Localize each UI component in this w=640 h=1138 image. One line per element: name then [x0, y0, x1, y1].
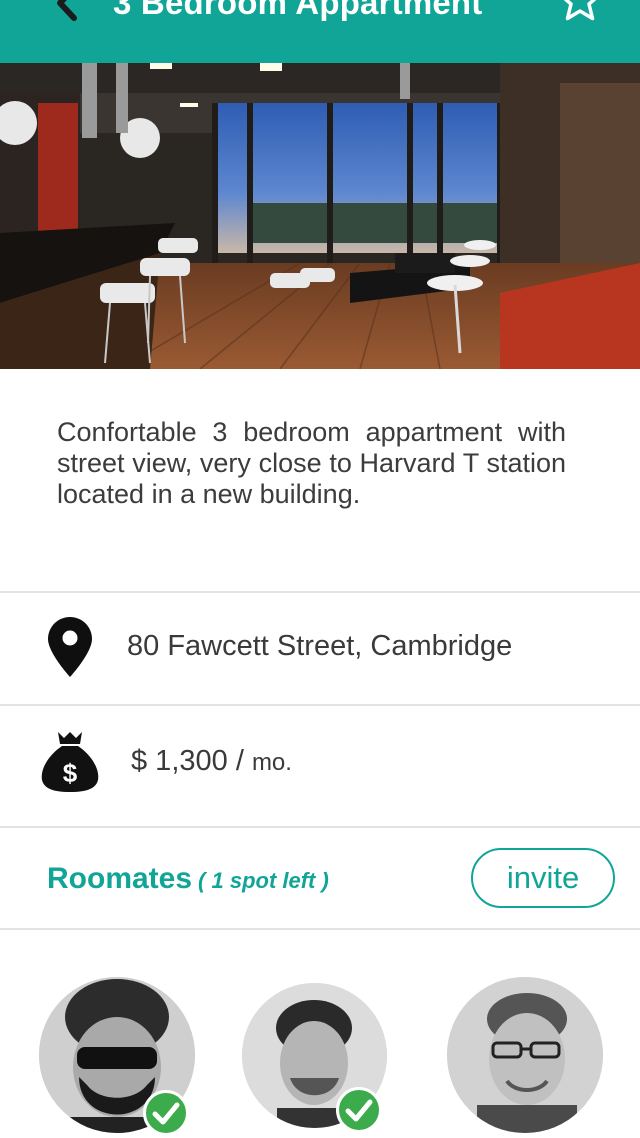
roommate-avatar[interactable] [447, 977, 603, 1133]
money-bag-icon: $ [41, 732, 99, 792]
confirmed-check-icon [143, 1090, 189, 1136]
apartment-photo-illustration [0, 63, 640, 369]
back-arrow-icon[interactable] [40, 0, 90, 28]
price-unit: mo. [251, 749, 292, 776]
address-text[interactable]: 80 Fawcett Street, Cambridge [127, 630, 512, 663]
description-text: Confortable 3 bedroom appartment with st… [57, 417, 566, 509]
price-amount: $ 1,300 [131, 745, 228, 777]
price-separator: / [227, 745, 252, 777]
svg-text:$: $ [63, 758, 78, 788]
apartment-photo [0, 63, 640, 369]
location-pin-icon [48, 617, 92, 677]
roommates-heading: Roomates( 1 spot left ) [47, 862, 329, 896]
price-text: $ 1,300 / mo. [131, 745, 292, 778]
spots-left-label: ( 1 spot left ) [198, 868, 329, 893]
divider [0, 591, 640, 593]
divider [0, 826, 640, 828]
favorite-star-icon[interactable] [556, 0, 604, 24]
confirmed-check-icon [336, 1087, 382, 1133]
roommates-title: Roomates [47, 862, 193, 895]
invite-button[interactable]: invite [471, 848, 615, 908]
app-header: 3 Bedroom Appartment [0, 0, 640, 63]
divider [0, 928, 640, 930]
page-title: 3 Bedroom Appartment [113, 0, 483, 21]
divider [0, 704, 640, 706]
